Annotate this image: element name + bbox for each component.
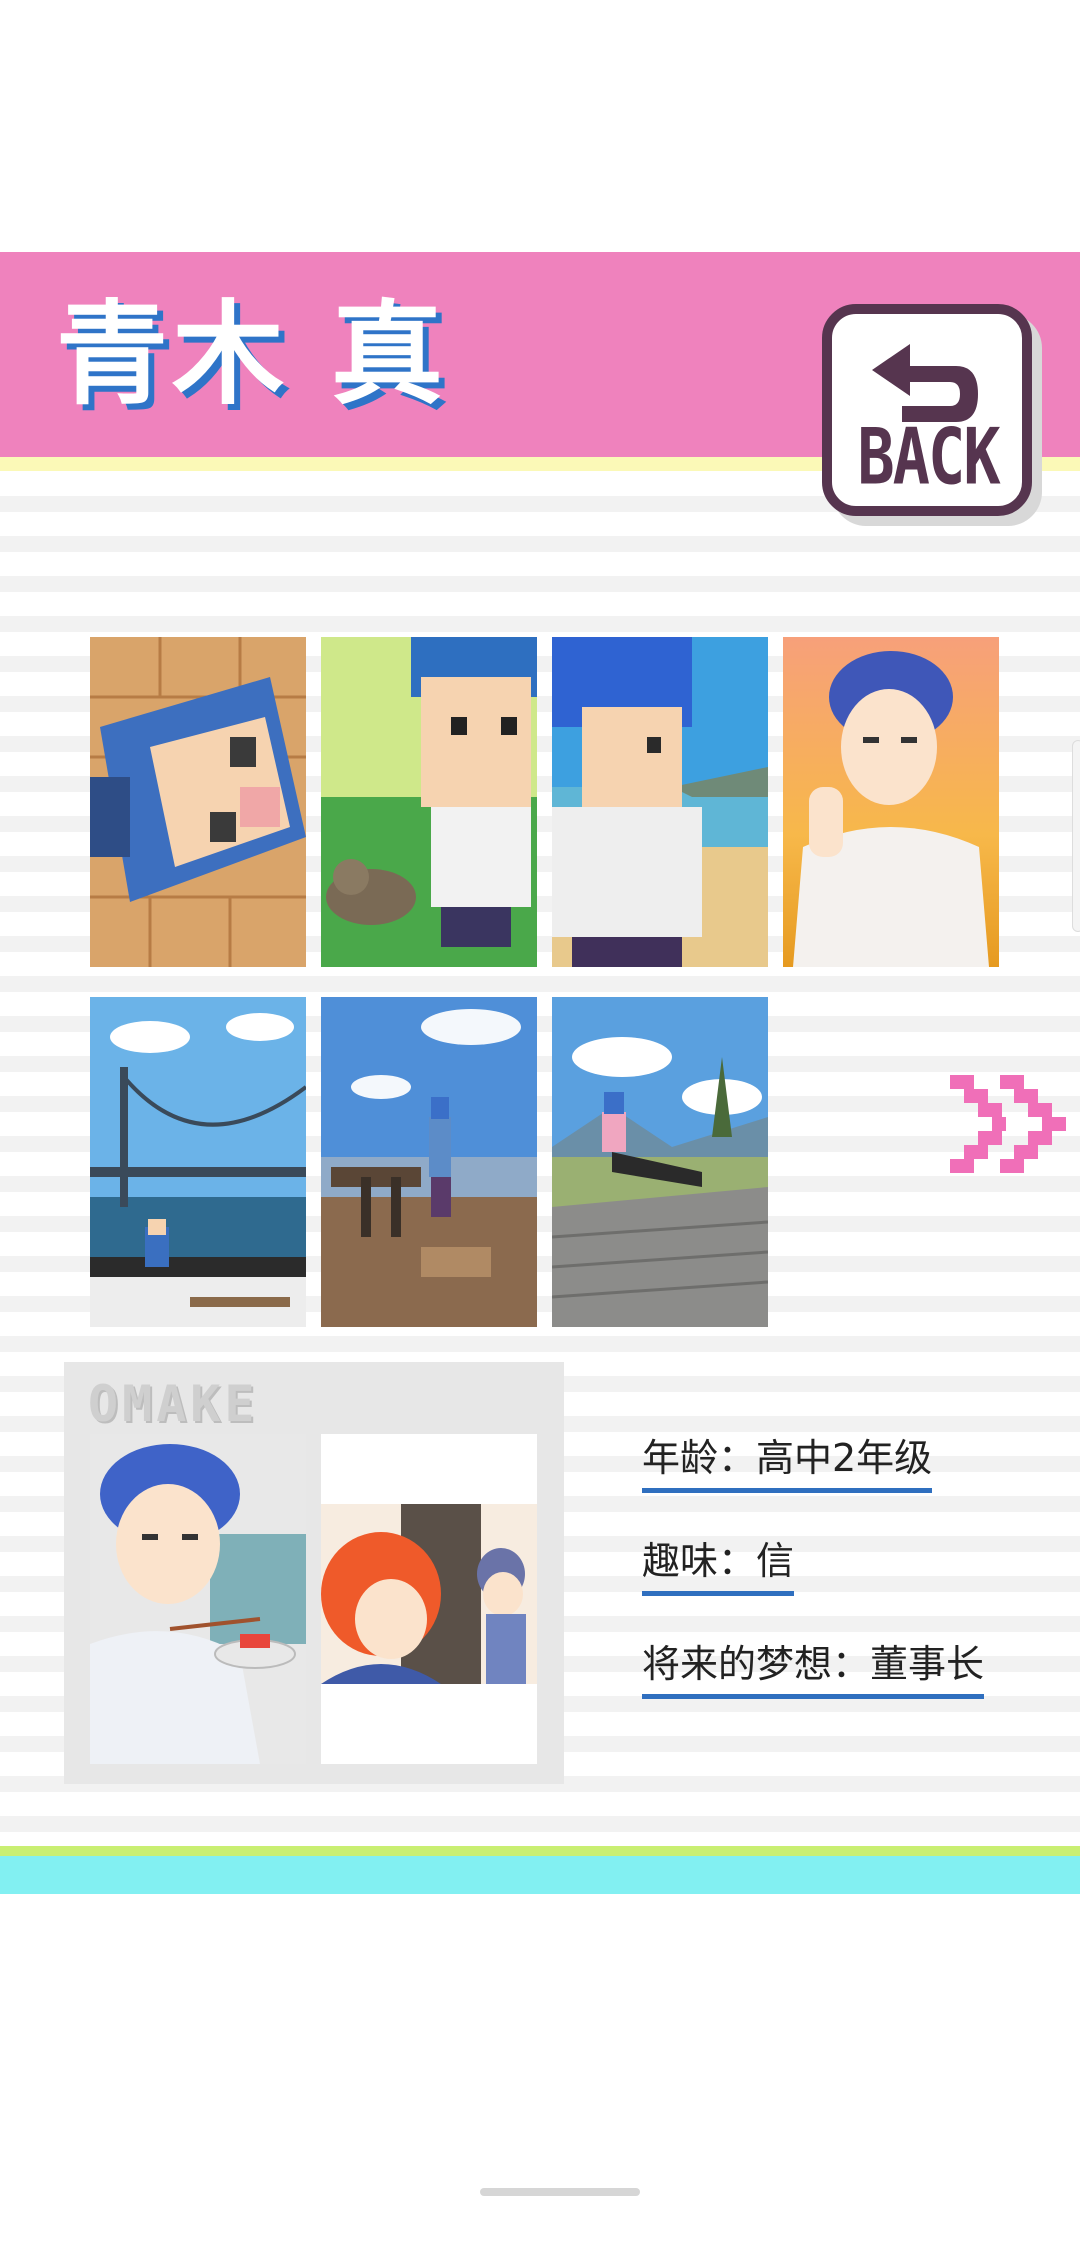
edge-panel-handle[interactable] xyxy=(1072,740,1080,932)
footer-green-strip xyxy=(0,1846,1080,1856)
pixel-boy-at-beach-image xyxy=(552,637,768,967)
gallery-thumb-4[interactable] xyxy=(783,637,999,967)
gallery-thumb-2[interactable] xyxy=(321,637,537,967)
profile-age: 年龄：高中2年级 xyxy=(642,1430,933,1493)
gallery-thumb-5[interactable] xyxy=(90,997,306,1327)
back-button[interactable]: BACK xyxy=(822,304,1032,516)
bridge-photo-pixel-boy-image xyxy=(90,997,306,1327)
gallery-thumb-6[interactable] xyxy=(321,997,537,1327)
footer-cyan-band xyxy=(0,1856,1080,1894)
pixel-face-on-floor-image xyxy=(90,637,306,967)
character-name-title: 青木 真 xyxy=(56,290,447,420)
omake-thumb-2[interactable] xyxy=(321,1434,537,1764)
observation-deck-pixel-boy-image xyxy=(321,997,537,1327)
anime-boy-sunset-image xyxy=(783,637,999,967)
boardwalk-pixel-boy-image xyxy=(552,997,768,1327)
omake-label: OMAKE xyxy=(88,1375,259,1433)
boy-eating-sushi-image xyxy=(90,1434,306,1764)
back-label: BACK xyxy=(857,410,1000,502)
omake-panel: OMAKE xyxy=(64,1362,564,1784)
profile-hobby: 趣味：信 xyxy=(642,1533,795,1596)
redhead-and-boy-image xyxy=(321,1434,537,1764)
home-indicator[interactable] xyxy=(480,2188,640,2196)
next-page-arrow-icon[interactable] xyxy=(950,1075,1070,1175)
omake-thumb-1[interactable] xyxy=(90,1434,306,1764)
pixel-boy-with-cat-image xyxy=(321,637,537,967)
gallery-thumb-7[interactable] xyxy=(552,997,768,1327)
gallery-thumb-3[interactable] xyxy=(552,637,768,967)
gallery-thumb-1[interactable] xyxy=(90,637,306,967)
profile-dream: 将来的梦想：董事长 xyxy=(642,1636,985,1699)
